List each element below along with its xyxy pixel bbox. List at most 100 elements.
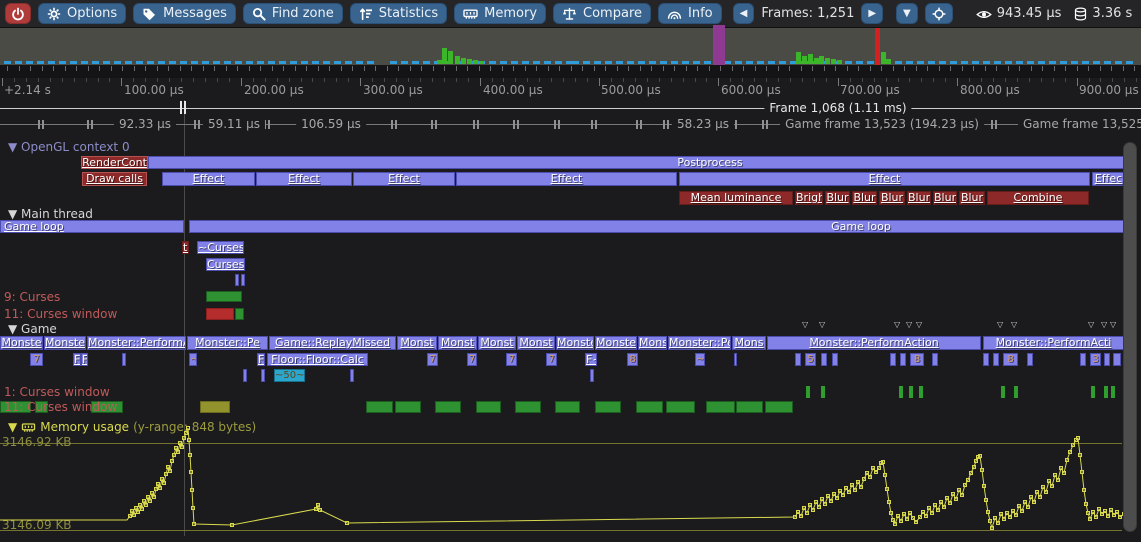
- frame-bar[interactable]: [638, 61, 645, 64]
- message-marker[interactable]: ▽: [1011, 321, 1017, 329]
- frame-bar[interactable]: [693, 61, 700, 64]
- frame-bar[interactable]: [1060, 61, 1067, 64]
- zone[interactable]: [890, 353, 896, 366]
- frame-bar[interactable]: [757, 61, 764, 64]
- frame-bar[interactable]: [158, 61, 165, 64]
- frame-label[interactable]: Frame 1,068 (1.11 ms): [764, 101, 911, 115]
- frame-bar[interactable]: [147, 61, 154, 64]
- vertical-scrollbar-thumb[interactable]: [1123, 142, 1137, 532]
- message-marker[interactable]: ▽: [916, 321, 922, 329]
- frame-bar[interactable]: [1049, 61, 1056, 64]
- zone[interactable]: Mons: [638, 336, 667, 350]
- message-marker[interactable]: ▽: [1088, 321, 1094, 329]
- lock-event[interactable]: [1111, 386, 1115, 398]
- zone[interactable]: Monst: [397, 336, 437, 350]
- frame-bar[interactable]: [455, 56, 460, 64]
- zone[interactable]: Effect: [456, 172, 677, 186]
- zone[interactable]: [832, 353, 838, 366]
- subframe-label[interactable]: 59.11 µs: [203, 117, 265, 131]
- subframe-label[interactable]: Game frame 13,525 (1: [1018, 117, 1141, 131]
- frame-bar[interactable]: [59, 61, 66, 64]
- zone[interactable]: Monste: [44, 336, 86, 350]
- frame-bar[interactable]: [1027, 61, 1034, 64]
- zone[interactable]: [932, 353, 938, 366]
- frame-bar[interactable]: [202, 61, 209, 64]
- zone[interactable]: Effect: [679, 172, 1090, 186]
- frame-bar[interactable]: [555, 61, 562, 64]
- zone[interactable]: 3: [1090, 353, 1101, 366]
- zone[interactable]: Postprocess: [148, 156, 1125, 169]
- find-zone-button[interactable]: Find zone: [243, 3, 343, 24]
- frame-bar[interactable]: [583, 61, 590, 64]
- frame-bar[interactable]: [125, 61, 132, 64]
- zone[interactable]: [1113, 353, 1121, 366]
- zone[interactable]: 8: [910, 353, 924, 366]
- lock-event[interactable]: [1091, 386, 1095, 398]
- frame-bar[interactable]: [886, 59, 891, 64]
- zone[interactable]: [1027, 353, 1033, 366]
- lock-range[interactable]: [476, 401, 501, 413]
- zone[interactable]: [243, 369, 247, 382]
- frame-bar[interactable]: [191, 61, 198, 64]
- zone[interactable]: Monster::PerformAction: [767, 336, 981, 350]
- zone[interactable]: 7: [546, 353, 557, 366]
- frame-bar[interactable]: [1104, 61, 1111, 64]
- zone[interactable]: [734, 353, 737, 366]
- frame-bar[interactable]: [334, 61, 341, 64]
- frame-bar[interactable]: [895, 61, 902, 64]
- frame-bar[interactable]: [867, 61, 874, 64]
- messages-button[interactable]: Messages: [133, 3, 236, 24]
- frame-bar[interactable]: [1082, 61, 1089, 64]
- zone[interactable]: Mean luminance: [679, 191, 793, 205]
- collapse-arrow-icon[interactable]: ▼: [8, 322, 21, 336]
- zone[interactable]: Monst: [438, 336, 477, 350]
- frame-bar[interactable]: [983, 61, 990, 64]
- zone[interactable]: Blur: [852, 191, 877, 205]
- zone[interactable]: Combine: [987, 191, 1089, 205]
- zone[interactable]: ti: [182, 241, 189, 254]
- message-marker[interactable]: ▽: [997, 321, 1003, 329]
- frame-bar[interactable]: [819, 56, 824, 64]
- frame-bar[interactable]: [856, 61, 863, 64]
- prev-frame-button[interactable]: ◀: [733, 3, 755, 24]
- frame-bar[interactable]: [616, 61, 623, 64]
- lock-event[interactable]: [1001, 386, 1005, 398]
- subframe-label[interactable]: Game frame 13,523 (194.23 µs): [780, 117, 984, 131]
- frame-bar[interactable]: [473, 60, 478, 64]
- frame-bar[interactable]: [224, 61, 231, 64]
- frame-bar[interactable]: [367, 61, 374, 64]
- message-marker[interactable]: ▽: [802, 321, 808, 329]
- zone[interactable]: Blur: [879, 191, 905, 205]
- zone[interactable]: [350, 369, 354, 382]
- message-marker[interactable]: ▽: [906, 321, 912, 329]
- frame-bar[interactable]: [572, 61, 579, 64]
- goto-frame-button[interactable]: [925, 3, 953, 24]
- frame-bar[interactable]: [511, 61, 518, 64]
- frame-bar[interactable]: [70, 61, 77, 64]
- statistics-button[interactable]: Statistics: [350, 3, 447, 24]
- frame-bar[interactable]: [169, 61, 176, 64]
- frame-bar[interactable]: [461, 58, 466, 64]
- zone[interactable]: Floor::Floor::Calc: [267, 353, 368, 366]
- zone[interactable]: Blur: [959, 191, 985, 205]
- zone[interactable]: 7: [427, 353, 438, 366]
- frame-bar[interactable]: [939, 61, 946, 64]
- zone[interactable]: [1104, 353, 1110, 366]
- frame-bar[interactable]: [479, 61, 484, 64]
- slow-frame-bar[interactable]: [875, 28, 880, 65]
- frame-bar[interactable]: [279, 61, 286, 64]
- frame-bar[interactable]: [401, 61, 408, 64]
- zone[interactable]: Effect: [256, 172, 352, 186]
- frame-bar[interactable]: [390, 61, 397, 64]
- lock-range[interactable]: [666, 401, 695, 413]
- zone[interactable]: Monst: [517, 336, 555, 350]
- frame-bar[interactable]: [213, 61, 220, 64]
- info-button[interactable]: Info: [658, 3, 722, 24]
- frame-bar[interactable]: [412, 61, 419, 64]
- frame-bar[interactable]: [735, 61, 742, 64]
- zone[interactable]: ~: [189, 353, 197, 366]
- zone[interactable]: Game loop: [189, 220, 1125, 233]
- frame-bar[interactable]: [1071, 61, 1078, 64]
- opengl-context-header[interactable]: ▼ OpenGL context 0: [8, 140, 130, 154]
- lock-range[interactable]: [555, 401, 580, 413]
